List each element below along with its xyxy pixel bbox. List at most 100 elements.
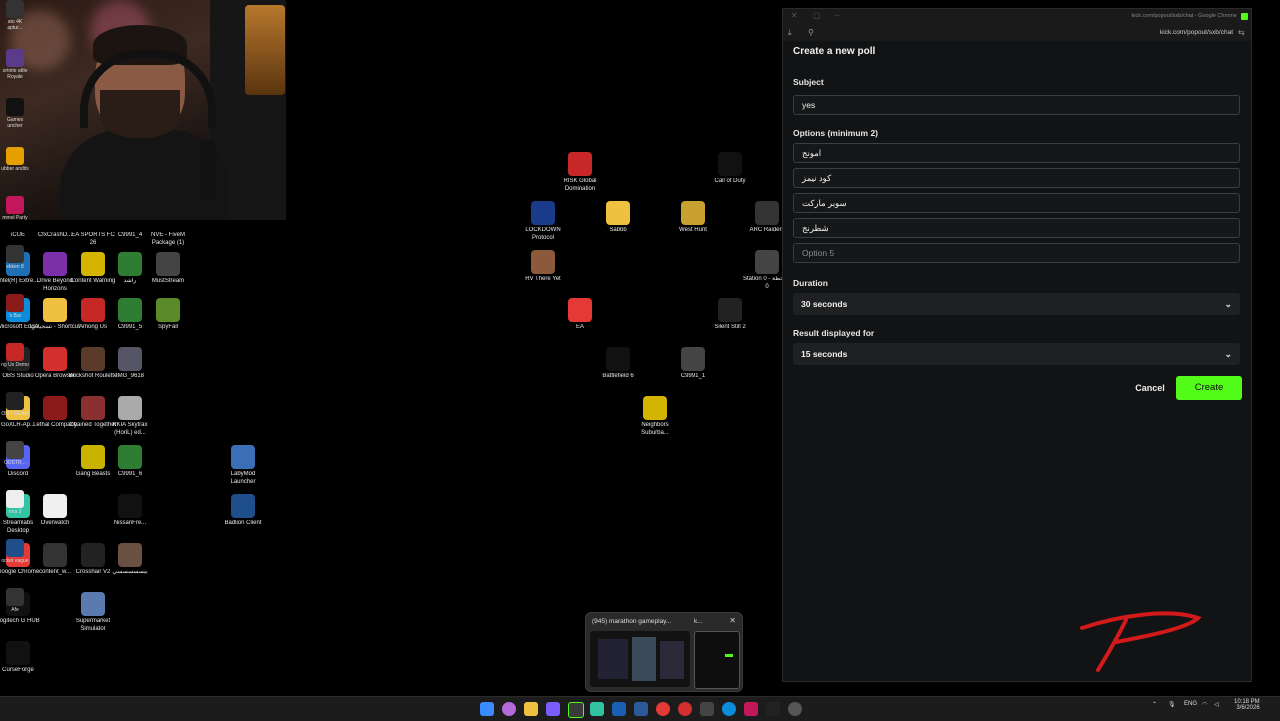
app-icon xyxy=(6,245,24,263)
language-indicator[interactable]: ENG xyxy=(1184,701,1197,707)
app-icon xyxy=(81,396,105,420)
taskbar-preview[interactable]: (945) marathon gameplay... k... ✕ xyxy=(585,612,743,692)
window-maximize-icon[interactable]: ▢ xyxy=(813,11,821,20)
address-bar[interactable]: ⤓ ⚲ kick.com/popout/sxb/chat ⇆ xyxy=(783,25,1251,41)
result-select[interactable]: 15 seconds ⌄ xyxy=(793,343,1240,365)
webcam-overlay xyxy=(0,0,286,220)
app-icon xyxy=(118,252,142,276)
desktop-icon[interactable]: EA xyxy=(555,298,605,332)
app-icon xyxy=(6,0,24,18)
desktop-icon[interactable]: KKIA Skytrax (HoriL) ed... xyxy=(105,396,155,437)
clock[interactable]: 10:18 PM 3/6/2026 xyxy=(1234,699,1260,711)
app-icon xyxy=(643,396,667,420)
desktop-icon[interactable]: C9991_6 xyxy=(105,445,155,479)
desktop-icon[interactable]: Silent Still 2 xyxy=(705,298,755,332)
desktop-icon[interactable]: ato 4K aptur... xyxy=(1,0,29,31)
chrome-icon[interactable] xyxy=(656,702,670,716)
desktop-icon[interactable]: ocket eague xyxy=(1,539,29,564)
option-3-input[interactable]: سوبر ماركت xyxy=(793,193,1240,213)
settings-icon[interactable] xyxy=(788,702,802,716)
desktop-icon[interactable]: RV There Yet xyxy=(518,250,568,284)
desktop-icon[interactable]: Neighbors Suburba... xyxy=(630,396,680,437)
app-icon xyxy=(6,588,24,606)
desktop-icon[interactable]: Afe xyxy=(1,588,29,613)
steam-icon[interactable] xyxy=(634,702,648,716)
desktop-icon[interactable]: Battlefield 6 xyxy=(593,347,643,381)
desktop-icon[interactable]: IMG_9618 xyxy=(105,347,155,381)
teams-icon[interactable] xyxy=(546,702,560,716)
desktop-icon[interactable]: ekken 8 xyxy=(1,245,29,270)
desktop-icon[interactable]: Supermarket Simulator xyxy=(68,592,118,633)
desktop-icon[interactable]: Overwatch xyxy=(30,494,80,528)
create-button[interactable]: Create xyxy=(1176,376,1242,400)
preview-thumbnail-chat[interactable] xyxy=(694,631,740,689)
desktop-icon-label: KKIA Skytrax (HoriL) ed... xyxy=(112,422,148,436)
cancel-button[interactable]: Cancel xyxy=(1133,378,1167,398)
subject-input[interactable]: yes xyxy=(793,95,1240,115)
option-5-input[interactable]: Option 5 xyxy=(793,243,1240,263)
desktop-icon[interactable]: 's Bar xyxy=(1,294,29,319)
option-1-input[interactable]: امونج xyxy=(793,143,1240,163)
close-icon[interactable]: ✕ xyxy=(729,616,736,625)
desktop-icon[interactable]: ON'T REAM xyxy=(1,392,29,417)
app-icon xyxy=(6,490,24,508)
copilot-icon[interactable] xyxy=(502,702,516,716)
microphone-icon[interactable]: 🎙 xyxy=(1168,701,1176,708)
desktop-icon[interactable]: ortnite attle Royale xyxy=(1,49,29,80)
desktop-icon[interactable]: ODSTR... xyxy=(1,441,29,466)
url-text: kick.com/popout/sxb/chat xyxy=(1160,29,1233,36)
opera-icon[interactable] xyxy=(678,702,692,716)
chevron-up-icon[interactable]: ⌃ xyxy=(1152,701,1157,708)
desktop-icon[interactable]: ubber andits xyxy=(1,147,29,172)
key-icon[interactable]: ⚲ xyxy=(808,28,817,37)
window-minimize-icon[interactable]: – xyxy=(835,11,839,20)
curseforge-icon[interactable] xyxy=(766,702,780,716)
desktop-icon[interactable]: rma 3 xyxy=(1,490,29,515)
desktop-icon[interactable]: Games uncher xyxy=(1,98,29,129)
desktop-icon[interactable]: بيسسسسسي xyxy=(105,543,155,577)
streamlabs-icon[interactable] xyxy=(590,702,604,716)
desktop-icon[interactable]: LOCKDOWN Protocol xyxy=(518,201,568,242)
desktop-icon-label: NVE - FiveM Package (1) xyxy=(150,232,185,246)
app-icon xyxy=(681,201,705,225)
app-icon[interactable] xyxy=(612,702,626,716)
duration-select[interactable]: 30 seconds ⌄ xyxy=(793,293,1240,315)
file-explorer-icon[interactable] xyxy=(524,702,538,716)
duration-label: Duration xyxy=(793,278,828,288)
desktop-icon[interactable]: Call of Duty xyxy=(705,152,755,186)
settings-icon[interactable]: ⇆ xyxy=(1238,28,1247,37)
desktop-icon[interactable]: NVE - FiveM Package (1) xyxy=(143,206,193,247)
app-icon xyxy=(43,298,67,322)
duration-value: 30 seconds xyxy=(801,299,848,309)
desktop-icon[interactable]: CurseForge xyxy=(0,641,43,675)
desktop-icon[interactable]: C9991_1 xyxy=(668,347,718,381)
volume-icon[interactable]: ◁ xyxy=(1214,701,1219,708)
desktop-icon[interactable]: Sabbb xyxy=(593,201,643,235)
desktop-icon[interactable]: SpyFall xyxy=(143,298,193,332)
app-icon xyxy=(118,445,142,469)
app-icon xyxy=(43,347,67,371)
app-icon-3[interactable] xyxy=(744,702,758,716)
desktop-icon[interactable]: RISK Global Domination xyxy=(555,152,605,193)
app-icon-2[interactable] xyxy=(700,702,714,716)
download-icon[interactable]: ⤓ xyxy=(788,28,797,37)
desktop-icon[interactable]: MustStream xyxy=(143,252,193,286)
desktop-icon-label: IMG_9618 xyxy=(115,373,145,379)
preview-thumbnail[interactable] xyxy=(590,631,690,687)
desktop-icon[interactable]: West Hunt xyxy=(668,201,718,235)
wifi-icon[interactable]: ◠ xyxy=(1202,701,1207,708)
app-icon xyxy=(681,347,705,371)
desktop-icon[interactable]: mmel Party xyxy=(1,196,29,221)
window-close-icon[interactable]: ✕ xyxy=(791,11,798,20)
desktop-icon-label: Neighbors Suburba... xyxy=(641,422,669,436)
option-4-input[interactable]: شطرنج xyxy=(793,218,1240,238)
desktop-icon[interactable]: Badlion Client xyxy=(218,494,268,528)
chevron-down-icon: ⌄ xyxy=(1224,299,1232,309)
option-2-input[interactable]: كود نيمز xyxy=(793,168,1240,188)
edge-icon[interactable] xyxy=(722,702,736,716)
desktop-icon[interactable]: LabyMod Launcher xyxy=(218,445,268,486)
desktop-icon[interactable]: ng Us Demo xyxy=(1,343,29,368)
kick-app-icon[interactable] xyxy=(568,702,584,718)
windows-start-icon[interactable] xyxy=(480,702,494,716)
desktop-icon[interactable]: NissanFre... xyxy=(105,494,155,528)
